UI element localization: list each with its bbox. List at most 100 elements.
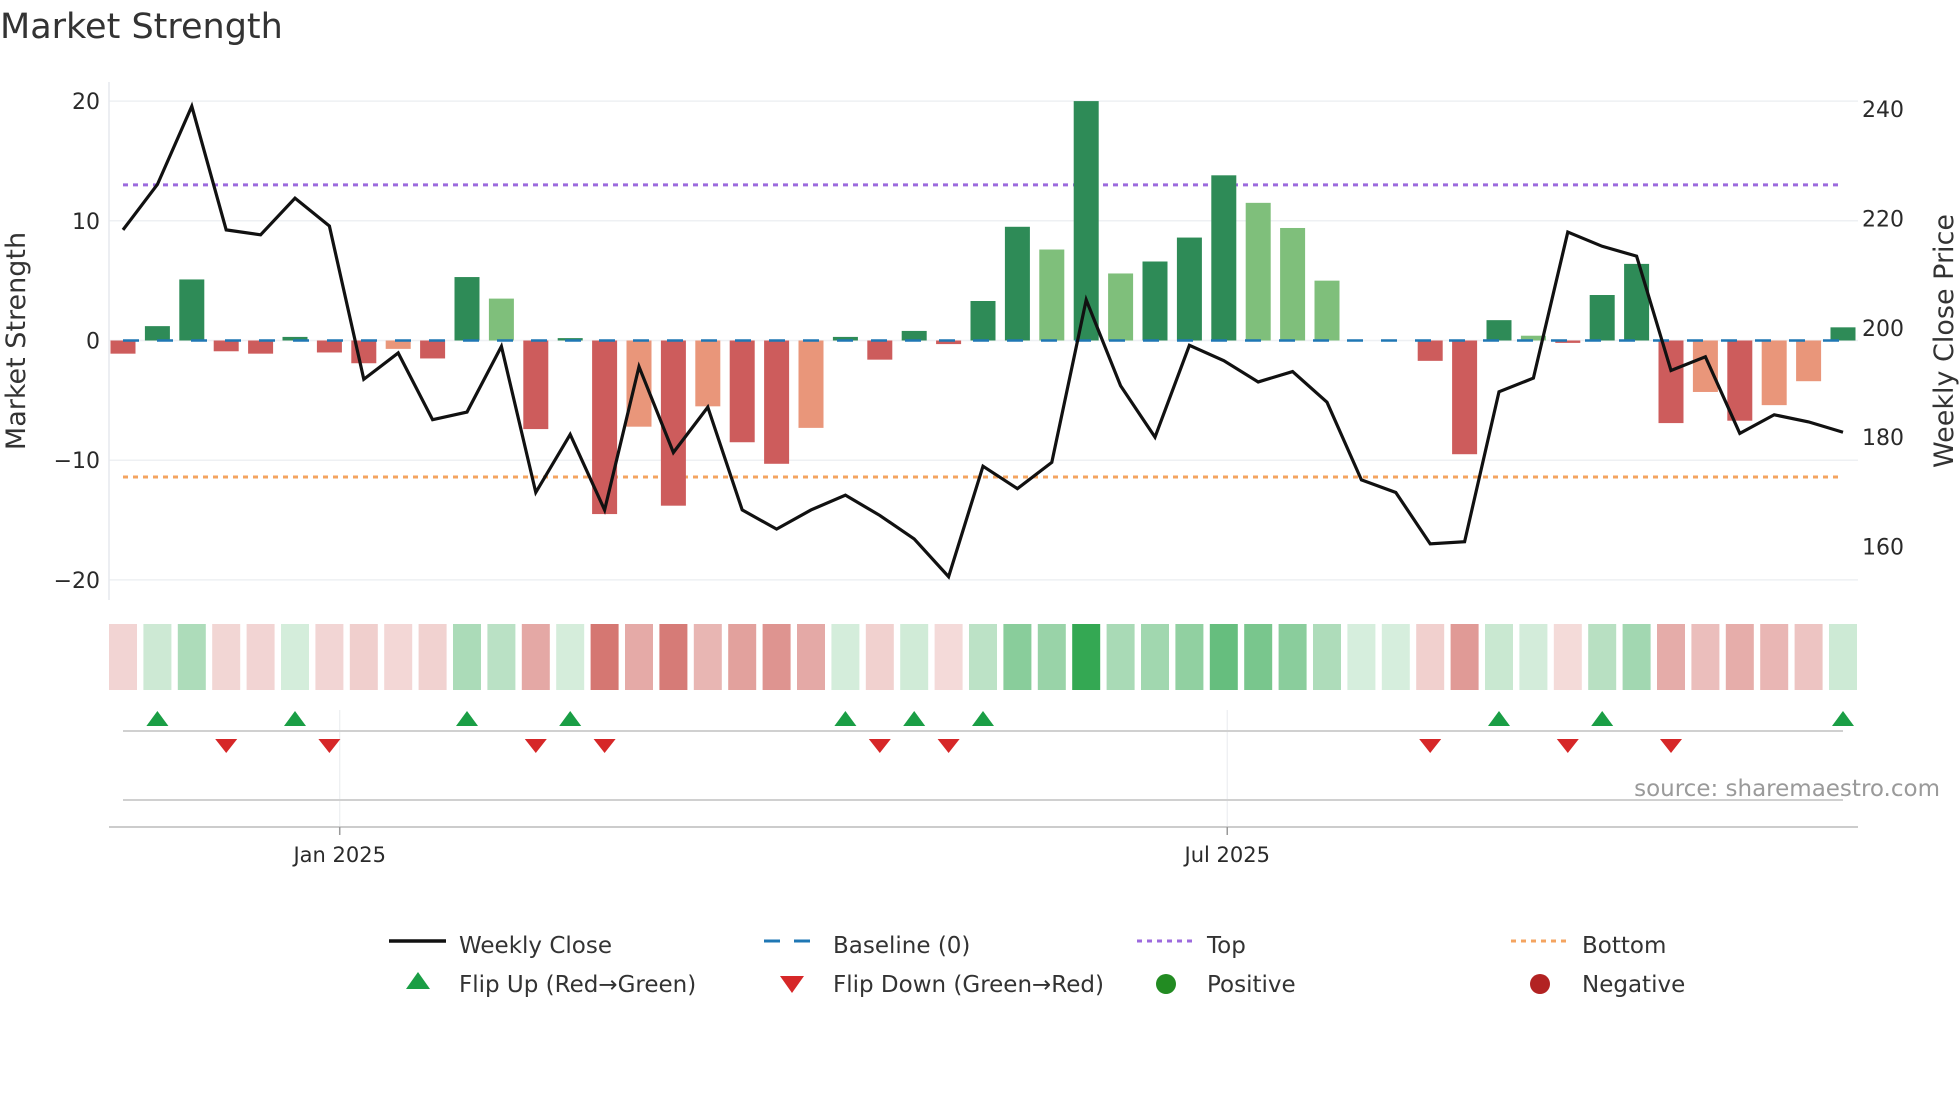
legend-baseline[interactable]: Baseline (0) [764, 933, 970, 959]
x-tick-label: Jul 2025 [1183, 843, 1270, 867]
strip-cell [1347, 624, 1376, 690]
legend-weekly-close[interactable]: Weekly Close [389, 933, 612, 959]
flip-down-marker [1419, 739, 1442, 753]
strip-cell [1691, 624, 1720, 690]
legend-negative[interactable]: Negative [1530, 972, 1685, 998]
flip-up-marker [456, 711, 478, 726]
y-tick-label: 20 [72, 90, 100, 115]
strength-bar [420, 340, 446, 359]
flip-down-marker [524, 739, 547, 753]
strip-cell [865, 624, 894, 690]
right-axis-ticks: 240 220 200 180 160 [1862, 98, 1904, 561]
x-tick-label: Jan 2025 [291, 843, 386, 867]
strip-cell [1794, 624, 1823, 690]
strip-cell [1141, 624, 1169, 690]
strength-bar [626, 340, 652, 427]
strength-bar [1830, 327, 1856, 341]
strength-bar [1796, 340, 1822, 382]
strength-bar [1039, 249, 1065, 341]
y-tick-label: 0 [86, 330, 100, 355]
flip-down-marker [593, 739, 616, 753]
flip-down-marker [215, 739, 238, 753]
strip-cell [625, 624, 653, 690]
legend-label: Flip Up (Red→Green) [459, 972, 696, 998]
strip-cell [521, 624, 550, 690]
flip-up-marker [972, 711, 994, 726]
strip-cell [1244, 624, 1273, 690]
strip-cell [762, 624, 791, 690]
strength-bar [1314, 280, 1340, 341]
strength-bar [1211, 175, 1237, 341]
left-axis-label: Market Strength [1, 232, 32, 450]
strength-bar [248, 340, 274, 354]
strip-cell [349, 624, 378, 690]
triangle-down-icon [780, 976, 804, 993]
strip-cell [1037, 624, 1066, 690]
strip-cell [315, 624, 344, 690]
strength-bar [1245, 202, 1271, 341]
legend-positive[interactable]: Positive [1156, 972, 1296, 998]
legend-flip-up[interactable]: Flip Up (Red→Green) [406, 972, 696, 998]
strip-cell [1003, 624, 1032, 690]
strength-bar [1280, 227, 1306, 341]
flip-up-marker [834, 711, 857, 726]
strip-cell [1657, 624, 1685, 690]
circle-icon [1156, 974, 1176, 994]
strip-cell [1175, 624, 1204, 690]
legend-label: Positive [1207, 972, 1296, 998]
strength-bar [454, 277, 480, 341]
strength-bar [1727, 340, 1753, 421]
legend-label: Bottom [1582, 933, 1666, 959]
legend-label: Negative [1582, 972, 1685, 998]
strip-cell [246, 624, 275, 690]
strip-cell [1278, 624, 1307, 690]
strength-bar [1176, 237, 1202, 341]
left-axis-ticks: 20 10 0 −10 −20 [54, 90, 100, 594]
strip-cell [453, 624, 481, 690]
strip-cell [556, 624, 585, 690]
flip-down-marker [937, 739, 960, 753]
strip-cell [1450, 624, 1479, 690]
legend-label: Top [1206, 933, 1246, 959]
strip-cell [1485, 624, 1513, 690]
y2-tick-label: 180 [1862, 426, 1904, 451]
strength-bar [1417, 340, 1443, 361]
strip-cell [1381, 624, 1410, 690]
flip-up-marker [559, 711, 582, 726]
strip-cell [109, 624, 137, 690]
flip-up-marker [146, 711, 169, 726]
strength-bar [316, 340, 342, 353]
flip-up-marker [284, 711, 306, 726]
strength-bar [523, 340, 549, 430]
strip-cell [143, 624, 172, 690]
strip-cell [934, 624, 963, 690]
strip-cell [1725, 624, 1754, 690]
strip-cell [831, 624, 860, 690]
strip-cell [281, 624, 309, 690]
strip-cell [1519, 624, 1548, 690]
strip-cell [1622, 624, 1651, 690]
y2-tick-label: 160 [1862, 536, 1904, 561]
legend-flip-down[interactable]: Flip Down (Green→Red) [780, 972, 1104, 998]
strip-cell [1072, 624, 1101, 690]
strip-cell [487, 624, 516, 690]
strip-cell [1829, 624, 1857, 690]
strength-bar [1692, 340, 1718, 392]
strength-bar [764, 340, 790, 464]
strength-bar [695, 340, 721, 407]
legend-top[interactable]: Top [1137, 933, 1246, 959]
strip-cell [1209, 624, 1238, 690]
strength-bar [213, 340, 239, 352]
legend-bottom[interactable]: Bottom [1511, 933, 1666, 959]
strength-bar [144, 326, 170, 341]
flip-up-marker [1488, 711, 1510, 726]
strength-bar [1658, 340, 1684, 424]
strength-bar [110, 340, 136, 354]
strip-cell [1416, 624, 1445, 690]
strength-bar [1004, 226, 1030, 341]
strip-cell [1313, 624, 1341, 690]
strength-bar [1761, 340, 1787, 406]
strip-cell [212, 624, 241, 690]
flip-up-marker [1832, 711, 1854, 726]
flip-down-marker [1660, 739, 1682, 753]
